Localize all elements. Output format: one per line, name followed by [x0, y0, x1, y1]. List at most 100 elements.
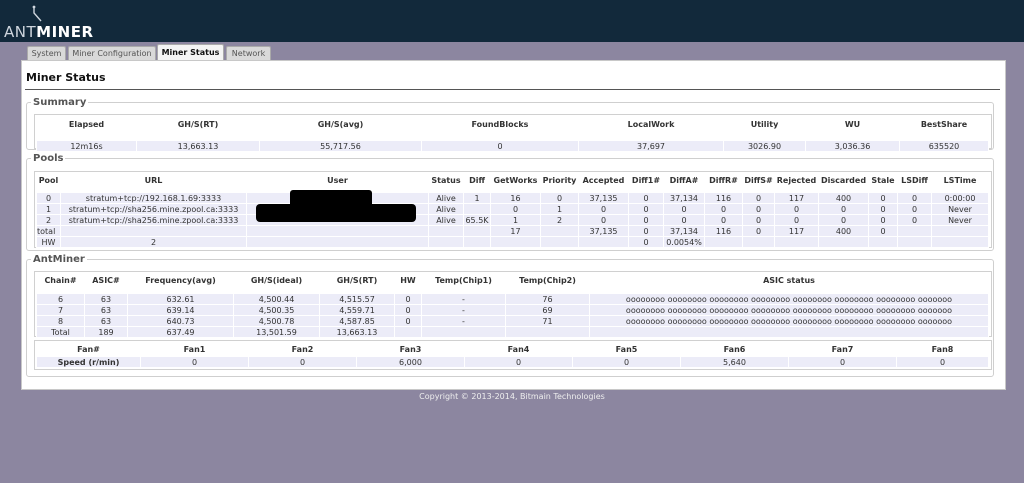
- pools-header: Pool: [38, 175, 59, 185]
- pool-cell: [897, 236, 932, 248]
- pools-header: User: [327, 175, 348, 185]
- fan-speed: 6,000: [356, 356, 465, 368]
- tab-miner-status[interactable]: Miner Status: [157, 44, 224, 61]
- pool-cell: 0: [540, 192, 579, 204]
- fan-speed: 0: [788, 356, 897, 368]
- tab-miner-configuration[interactable]: Miner Configuration: [68, 46, 156, 60]
- antminer-logo: ANTMINER: [4, 5, 93, 41]
- pool-cell: 0: [774, 214, 819, 226]
- content-panel: Miner Status Summary Elapsed GH/S(RT) GH…: [21, 60, 1006, 390]
- summary-header: BestShare: [920, 119, 968, 129]
- chain-cell: Total: [36, 326, 85, 338]
- fan-speed: 5,640: [680, 356, 789, 368]
- pool-cell: 0: [868, 203, 898, 215]
- chain-cell: 4,500.78: [233, 315, 320, 327]
- pool-cell: 37,135: [578, 225, 629, 237]
- chain-cell: 63: [84, 304, 128, 316]
- tab-system[interactable]: System: [27, 46, 66, 60]
- pool-cell: 0: [774, 203, 819, 215]
- pool-cell: Alive: [428, 192, 464, 204]
- chain-cell: 6: [36, 293, 85, 305]
- fan-header: Fan3: [399, 344, 422, 354]
- pool-cell: 0: [628, 225, 664, 237]
- pool-cell: [897, 225, 932, 237]
- chain-cell: 63: [84, 315, 128, 327]
- pool-cell: 116: [704, 192, 743, 204]
- chain-cell: 4,559.71: [319, 304, 395, 316]
- brand-light: ANT: [4, 23, 37, 41]
- pool-cell: 0: [628, 192, 664, 204]
- pools-header: Diff1#: [631, 175, 661, 185]
- pool-cell: 37,134: [663, 225, 705, 237]
- title-divider: [25, 89, 1000, 90]
- fan-speed: 0: [572, 356, 681, 368]
- pool-url: stratum+tcp://192.168.1.69:3333: [60, 192, 247, 204]
- chain-cell: 4,500.44: [233, 293, 320, 305]
- pools-header: DiffA#: [669, 175, 699, 185]
- pool-cell: [578, 236, 629, 248]
- chain-cell: 4,515.57: [319, 293, 395, 305]
- redaction-mark: [256, 204, 416, 222]
- pools-header: Status: [431, 175, 461, 185]
- pool-cell: 0: [742, 192, 775, 204]
- chain-header: Chain#: [44, 275, 77, 285]
- pool-cell: 17: [490, 225, 541, 237]
- pool-cell: [60, 225, 247, 237]
- pools-header: Accepted: [582, 175, 625, 185]
- chain-header: Temp(Chip2): [519, 275, 576, 285]
- chain-cell: 639.14: [127, 304, 234, 316]
- pool-cell: 0: [628, 236, 664, 248]
- pools-legend: Pools: [33, 153, 64, 164]
- pool-cell: 0: [742, 214, 775, 226]
- pool-cell: [540, 225, 579, 237]
- chain-cell: [421, 326, 506, 338]
- pool-cell: 2: [36, 214, 61, 226]
- pool-cell: 0: [868, 192, 898, 204]
- chain-cell: 0: [394, 293, 422, 305]
- pools-header: DiffS#: [744, 175, 773, 185]
- pool-cell: Never: [931, 214, 989, 226]
- pool-url: stratum+tcp://sha256.mine.zpool.ca:3333: [60, 203, 247, 215]
- fan-header: Fan1: [183, 344, 206, 354]
- table-row: 7 63 639.14 4,500.35 4,559.71 0 - 69 ooo…: [36, 304, 989, 316]
- pool-cell: 0: [663, 203, 705, 215]
- pool-cell: Alive: [428, 203, 464, 215]
- chain-header: Temp(Chip1): [435, 275, 492, 285]
- pool-cell: [463, 203, 491, 215]
- summary-value: 3,036.36: [805, 140, 900, 152]
- asic-status: oooooooo oooooooo oooooooo oooooooo oooo…: [589, 304, 989, 316]
- pool-cell: 2: [540, 214, 579, 226]
- pool-cell: [428, 225, 464, 237]
- pool-cell: [704, 236, 743, 248]
- chain-cell: 0: [394, 304, 422, 316]
- chains-table: Chain# ASIC# Frequency(avg) GH/S(ideal) …: [36, 272, 989, 338]
- tab-network[interactable]: Network: [226, 46, 271, 60]
- pools-header: Discarded: [820, 175, 867, 185]
- chain-header: ASIC status: [763, 275, 815, 285]
- pool-cell: 0: [897, 214, 932, 226]
- chain-cell: 13,501.59: [233, 326, 320, 338]
- fan-header: Fan4: [507, 344, 530, 354]
- summary-header: Elapsed: [68, 119, 105, 129]
- brand-bold: MINER: [36, 23, 94, 41]
- summary-value: 3026.90: [723, 140, 806, 152]
- pool-cell: 116: [704, 225, 743, 237]
- summary-header: WU: [844, 119, 861, 129]
- fan-header: Fan6: [723, 344, 746, 354]
- chain-cell: [505, 326, 590, 338]
- fan-speed-label: Speed (r/min): [36, 356, 141, 368]
- asic-status: oooooooo oooooooo oooooooo oooooooo oooo…: [589, 315, 989, 327]
- chain-cell: 8: [36, 315, 85, 327]
- pool-cell: 0:00:00: [931, 192, 989, 204]
- pools-table: Pool URL User Status Diff GetWorks Prior…: [36, 172, 989, 248]
- chain-cell: 69: [505, 304, 590, 316]
- pool-url: stratum+tcp://sha256.mine.zpool.ca:3333: [60, 214, 247, 226]
- chain-cell: -: [421, 293, 506, 305]
- chain-cell: 632.61: [127, 293, 234, 305]
- chain-cell: 189: [84, 326, 128, 338]
- fan-speed: 0: [896, 356, 989, 368]
- table-row: total 17 37,135 0 37,134 116 0 117 400 0: [36, 225, 989, 237]
- pool-cell: 1: [36, 203, 61, 215]
- pool-cell: HW: [36, 236, 61, 248]
- pool-cell: [931, 225, 989, 237]
